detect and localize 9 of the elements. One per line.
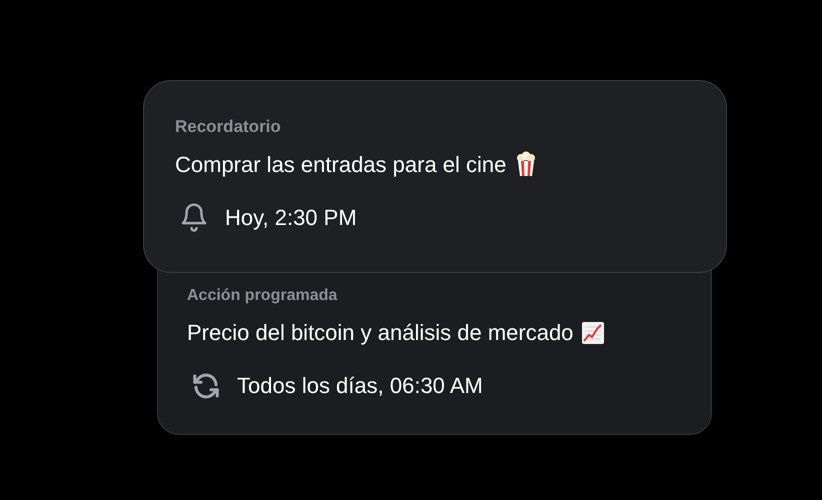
bell-icon xyxy=(179,201,209,233)
card-title: Comprar las entradas para el cine xyxy=(175,150,506,179)
schedule-time: Todos los días, 06:30 AM xyxy=(237,372,483,400)
refresh-icon xyxy=(191,370,221,400)
card-title: Precio del bitcoin y análisis de mercado xyxy=(187,319,574,347)
card-label: Acción programada xyxy=(187,286,338,306)
schedule-time: Hoy, 2:30 PM xyxy=(225,204,357,232)
card-label: Recordatorio xyxy=(175,116,282,138)
chart-icon xyxy=(581,320,606,344)
